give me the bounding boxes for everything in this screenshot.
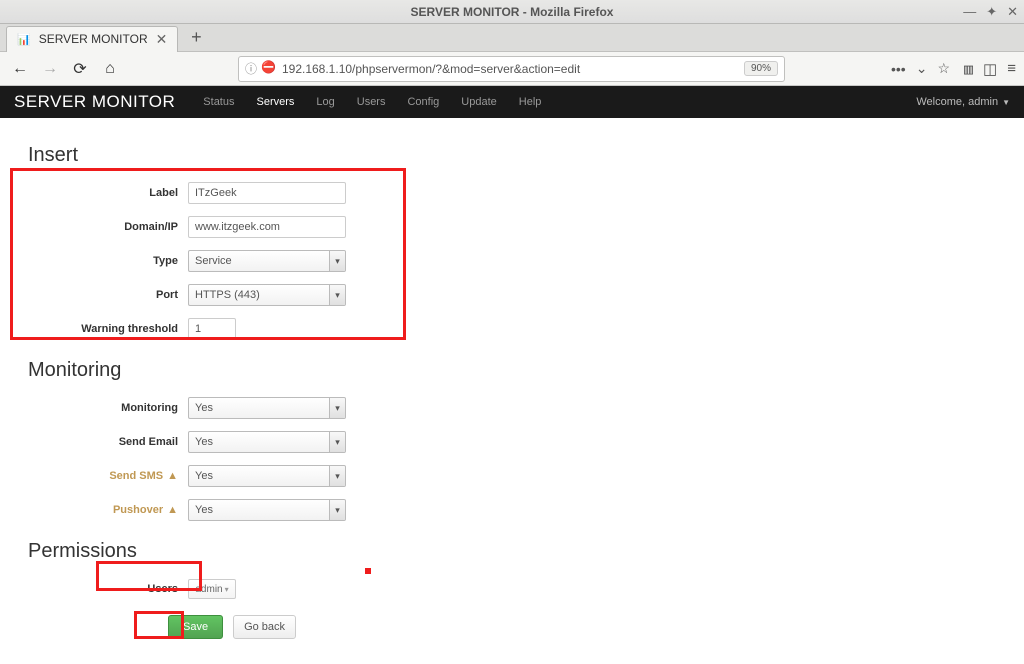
- nav-servers[interactable]: Servers: [246, 88, 304, 116]
- app-navbar: SERVER MONITOR Status Servers Log Users …: [0, 86, 1024, 118]
- url-input[interactable]: [282, 62, 738, 76]
- page-content: Insert Label Domain/IP Type Service ▾ Po…: [0, 118, 1024, 664]
- pushover-select[interactable]: Yes: [188, 499, 346, 521]
- nav-users[interactable]: Users: [347, 88, 396, 116]
- pocket-icon[interactable]: ⌄: [916, 60, 928, 77]
- browser-urlbar: ← → ⟳ ⌂ ⓘ ⛔ 90% ••• ⌄ ☆ ▥ ◫ ≡: [0, 52, 1024, 86]
- window-minimize-icon[interactable]: —: [963, 4, 976, 20]
- pushover-select-value: Yes: [195, 504, 213, 516]
- sendsms-label: Send SMS▲: [28, 470, 188, 482]
- nav-config[interactable]: Config: [397, 88, 449, 116]
- nav-log[interactable]: Log: [306, 88, 344, 116]
- new-tab-button[interactable]: +: [184, 27, 208, 48]
- port-label: Port: [28, 289, 188, 301]
- users-tag[interactable]: admin ▾: [188, 579, 236, 599]
- browser-tab-active[interactable]: 📊 SERVER MONITOR ✕: [6, 26, 178, 52]
- save-button[interactable]: Save: [168, 615, 223, 639]
- chevron-down-icon: ▾: [329, 398, 345, 418]
- nav-status[interactable]: Status: [193, 88, 244, 116]
- sendsms-select[interactable]: Yes: [188, 465, 346, 487]
- pushover-label: Pushover▲: [28, 504, 188, 516]
- info-icon[interactable]: ⓘ: [245, 60, 257, 77]
- domain-label: Domain/IP: [28, 221, 188, 233]
- users-label: Users: [28, 583, 188, 595]
- browser-tabbar: 📊 SERVER MONITOR ✕ +: [0, 24, 1024, 52]
- menu-icon[interactable]: ≡: [1007, 60, 1016, 78]
- port-select[interactable]: HTTPS (443): [188, 284, 346, 306]
- section-monitoring-title: Monitoring: [28, 359, 996, 382]
- section-insert-title: Insert: [28, 144, 996, 167]
- library-icon[interactable]: ▥: [964, 60, 973, 78]
- caret-down-icon: ▼: [1002, 98, 1010, 107]
- back-button[interactable]: ←: [8, 57, 32, 81]
- warning-icon: ▲: [167, 470, 178, 482]
- chevron-down-icon: ▾: [329, 285, 345, 305]
- type-select-value: Service: [195, 255, 232, 267]
- monitoring-label: Monitoring: [28, 402, 188, 414]
- chevron-down-icon: ▾: [329, 432, 345, 452]
- warning-threshold-label: Warning threshold: [28, 323, 188, 335]
- sendemail-select-value: Yes: [195, 436, 213, 448]
- nav-update[interactable]: Update: [451, 88, 506, 116]
- monitoring-select-value: Yes: [195, 402, 213, 414]
- chevron-down-icon: ▾: [329, 251, 345, 271]
- caret-down-icon: ▾: [225, 585, 229, 594]
- annotation-dot: [365, 568, 371, 574]
- chevron-down-icon: ▾: [329, 500, 345, 520]
- insecure-icon: ⛔: [261, 60, 276, 77]
- bookmark-star-icon[interactable]: ☆: [937, 60, 950, 77]
- more-actions-icon[interactable]: •••: [891, 61, 906, 77]
- app-brand[interactable]: SERVER MONITOR: [14, 92, 175, 112]
- port-select-value: HTTPS (443): [195, 289, 260, 301]
- warning-threshold-input[interactable]: [188, 318, 236, 340]
- sidebar-icon[interactable]: ◫: [983, 60, 997, 78]
- tab-label: SERVER MONITOR: [39, 32, 148, 46]
- sendsms-select-value: Yes: [195, 470, 213, 482]
- domain-input[interactable]: [188, 216, 346, 238]
- label-label: Label: [28, 187, 188, 199]
- user-menu[interactable]: Welcome, admin ▼: [916, 96, 1010, 108]
- section-permissions-title: Permissions: [28, 540, 996, 563]
- home-button[interactable]: ⌂: [98, 57, 122, 81]
- forward-button[interactable]: →: [38, 57, 62, 81]
- window-titlebar: SERVER MONITOR - Mozilla Firefox — ✦ ✕: [0, 0, 1024, 24]
- zoom-badge[interactable]: 90%: [744, 61, 778, 76]
- window-title: SERVER MONITOR - Mozilla Firefox: [411, 5, 614, 19]
- tab-close-icon[interactable]: ✕: [156, 31, 168, 48]
- chevron-down-icon: ▾: [329, 466, 345, 486]
- window-maximize-icon[interactable]: ✦: [986, 4, 997, 20]
- sendemail-label: Send Email: [28, 436, 188, 448]
- label-input[interactable]: [188, 182, 346, 204]
- sendemail-select[interactable]: Yes: [188, 431, 346, 453]
- warning-icon: ▲: [167, 504, 178, 516]
- url-input-wrap[interactable]: ⓘ ⛔ 90%: [238, 56, 785, 82]
- nav-help[interactable]: Help: [509, 88, 552, 116]
- welcome-text: Welcome, admin: [916, 96, 998, 108]
- users-tag-value: admin: [195, 584, 222, 595]
- go-back-button[interactable]: Go back: [233, 615, 296, 639]
- monitoring-select[interactable]: Yes: [188, 397, 346, 419]
- reload-button[interactable]: ⟳: [68, 57, 92, 81]
- window-close-icon[interactable]: ✕: [1007, 4, 1018, 20]
- type-select[interactable]: Service: [188, 250, 346, 272]
- tab-favicon-icon: 📊: [17, 33, 31, 46]
- type-label: Type: [28, 255, 188, 267]
